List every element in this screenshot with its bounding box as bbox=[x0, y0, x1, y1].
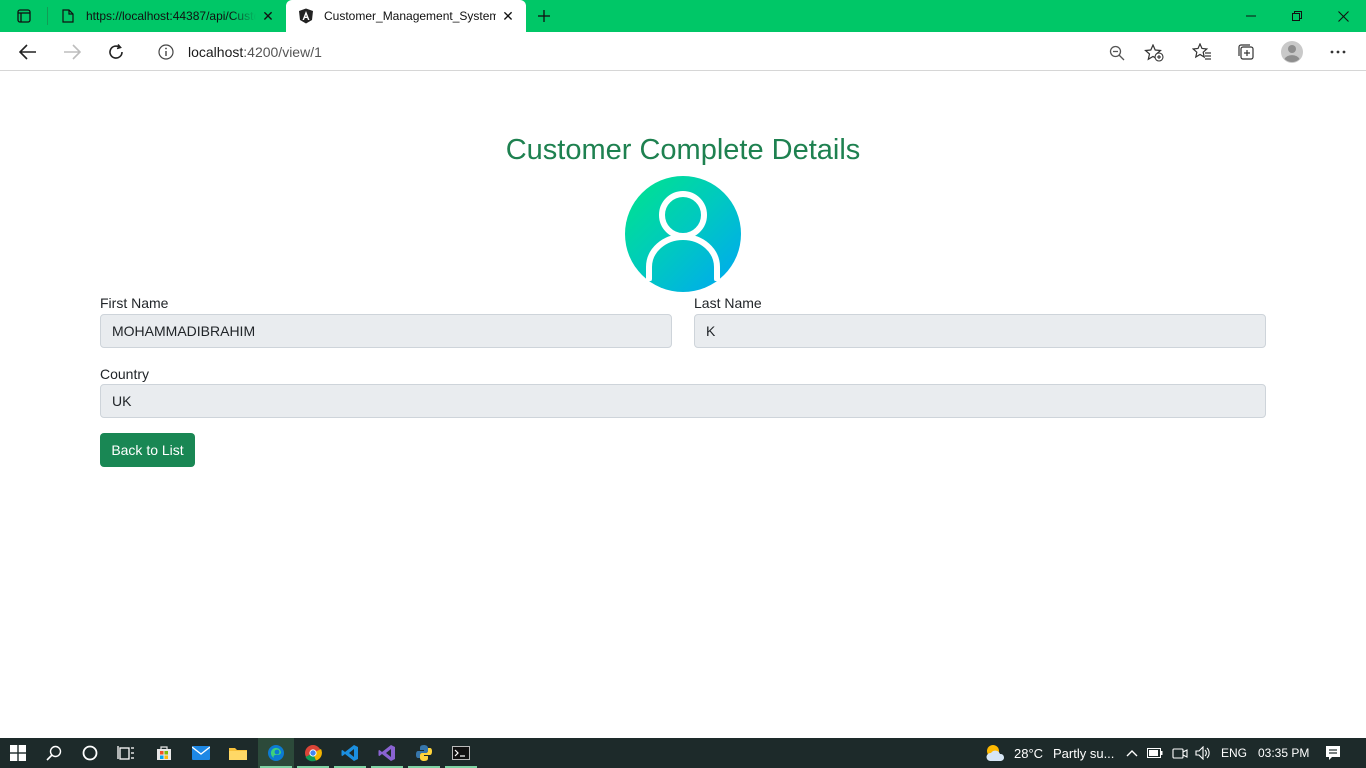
tab-title: Customer_Management_System bbox=[324, 9, 496, 23]
user-icon bbox=[625, 176, 741, 292]
battery-icon[interactable] bbox=[1147, 745, 1163, 761]
vscode-icon[interactable] bbox=[332, 738, 368, 768]
country-label: Country bbox=[100, 366, 150, 382]
edge-icon[interactable] bbox=[258, 738, 294, 768]
address-bar[interactable]: localhost:4200/view/1 bbox=[144, 36, 1174, 67]
notifications-icon[interactable] bbox=[1325, 745, 1341, 761]
tab-customer-management[interactable]: Customer_Management_System ✕ bbox=[286, 0, 526, 32]
mail-icon[interactable] bbox=[183, 738, 219, 768]
cortana-icon[interactable] bbox=[72, 738, 108, 768]
windows-taskbar: 28°C Partly su... ENG 03:35 PM bbox=[0, 738, 1366, 768]
profile-avatar[interactable] bbox=[1276, 36, 1308, 68]
chrome-icon[interactable] bbox=[295, 738, 331, 768]
browser-toolbar: localhost:4200/view/1 bbox=[0, 32, 1366, 71]
visual-studio-icon[interactable] bbox=[369, 738, 405, 768]
first-name-field[interactable]: MOHAMMADIBRAHIM bbox=[100, 314, 672, 348]
collections-icon[interactable] bbox=[1230, 36, 1262, 68]
page-title: Customer Complete Details bbox=[505, 134, 861, 166]
tab-title: https://localhost:44387/api/Customers bbox=[86, 9, 256, 23]
file-explorer-icon[interactable] bbox=[220, 738, 256, 768]
python-icon[interactable] bbox=[406, 738, 442, 768]
zoom-out-icon[interactable] bbox=[1105, 41, 1129, 65]
page-icon bbox=[60, 8, 76, 24]
start-icon[interactable] bbox=[0, 738, 36, 768]
angular-icon bbox=[298, 8, 314, 24]
chevron-up-icon[interactable] bbox=[1124, 745, 1140, 761]
add-favorite-icon[interactable] bbox=[1142, 41, 1166, 65]
minimize-icon[interactable] bbox=[1228, 0, 1274, 32]
volume-icon[interactable] bbox=[1195, 745, 1211, 761]
last-name-field[interactable]: K bbox=[694, 314, 1266, 348]
url-path: :4200/view/1 bbox=[243, 43, 322, 60]
weather-text[interactable]: Partly su... bbox=[1053, 738, 1114, 768]
meet-now-icon[interactable] bbox=[1172, 745, 1188, 761]
info-icon[interactable] bbox=[156, 42, 176, 62]
search-icon[interactable] bbox=[36, 738, 72, 768]
browser-tab-bar: https://localhost:44387/api/Customers ✕ … bbox=[0, 0, 1366, 32]
forward-arrow-icon[interactable] bbox=[56, 36, 88, 68]
refresh-icon[interactable] bbox=[100, 36, 132, 68]
url-text[interactable]: localhost:4200/view/1 bbox=[188, 44, 322, 60]
close-tab-icon[interactable]: ✕ bbox=[256, 4, 280, 28]
close-window-icon[interactable] bbox=[1320, 0, 1366, 32]
new-tab-icon[interactable] bbox=[532, 4, 556, 28]
last-name-label: Last Name bbox=[694, 295, 762, 311]
close-tab-icon[interactable]: ✕ bbox=[496, 4, 520, 28]
first-name-label: First Name bbox=[100, 295, 169, 311]
language-indicator[interactable]: ENG bbox=[1221, 738, 1247, 768]
more-options-icon[interactable] bbox=[1322, 36, 1354, 68]
terminal-icon[interactable] bbox=[443, 738, 479, 768]
store-icon[interactable] bbox=[146, 738, 182, 768]
back-arrow-icon[interactable] bbox=[12, 36, 44, 68]
favorites-icon[interactable] bbox=[1186, 36, 1218, 68]
clock[interactable]: 03:35 PM bbox=[1258, 738, 1309, 768]
tab-actions-icon[interactable] bbox=[8, 6, 40, 26]
restore-icon[interactable] bbox=[1274, 0, 1320, 32]
tab-api-customers[interactable]: https://localhost:44387/api/Customers ✕ bbox=[48, 0, 286, 32]
country-field[interactable]: UK bbox=[100, 384, 1266, 418]
back-to-list-button[interactable]: Back to List bbox=[100, 433, 195, 467]
weather-icon[interactable] bbox=[984, 743, 1006, 763]
task-view-icon[interactable] bbox=[108, 738, 144, 768]
weather-temp[interactable]: 28°C bbox=[1014, 738, 1043, 768]
url-host: localhost bbox=[188, 43, 244, 60]
